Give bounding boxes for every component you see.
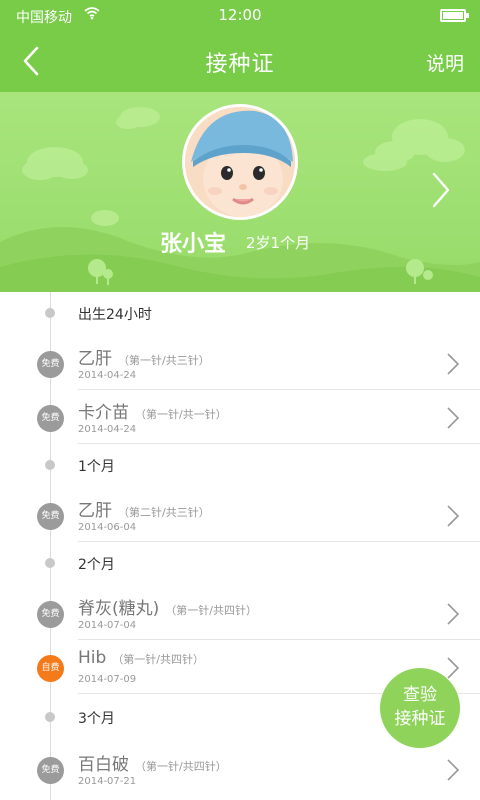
vaccine-date: 2014-07-04 <box>78 620 137 631</box>
free-badge: 免费 <box>37 405 64 432</box>
timeline-dot <box>45 712 55 722</box>
vaccine-row[interactable]: 免费 乙肝 （第一针/共三针） 2014-04-24 <box>0 336 480 390</box>
vaccine-row[interactable]: 免费 百白破 （第一针/共四针） 2014-07-21 <box>0 742 480 796</box>
free-badge: 免费 <box>37 601 64 628</box>
group-label: 出生24小时 <box>78 307 152 323</box>
profile-banner: 张小宝 2岁1个月 <box>0 92 480 292</box>
free-badge: 免费 <box>37 351 64 378</box>
chevron-right-icon <box>447 657 460 679</box>
timeline-group-header: 1个月 <box>0 444 480 488</box>
vaccine-name: 卡介苗 <box>78 403 129 423</box>
chevron-right-icon <box>447 407 460 429</box>
child-name: 张小宝 <box>160 232 227 257</box>
vaccine-dose: （第一针/共四针） <box>135 760 227 773</box>
vaccine-date: 2014-07-21 <box>78 776 137 787</box>
free-badge: 免费 <box>37 757 64 784</box>
fab-line2: 接种证 <box>394 709 446 729</box>
vaccine-date: 2014-04-24 <box>78 424 137 435</box>
chevron-right-icon <box>447 603 460 625</box>
vaccine-date: 2014-06-04 <box>78 522 137 533</box>
free-badge: 免费 <box>37 503 64 530</box>
chevron-right-icon <box>447 505 460 527</box>
chevron-right-icon <box>447 353 460 375</box>
timeline-dot <box>45 558 55 568</box>
vaccine-dose: （第一针/共三针） <box>118 354 210 367</box>
vaccine-name: Hib <box>78 648 107 668</box>
navbar: 接种证 说明 <box>0 36 480 86</box>
vaccine-row[interactable]: 免费 乙肝 （第二针/共三针） 2014-06-04 <box>0 488 480 542</box>
vaccine-date: 2014-07-09 <box>78 674 137 685</box>
group-label: 1个月 <box>78 459 115 475</box>
avatar[interactable] <box>182 104 298 220</box>
group-label: 2个月 <box>78 557 115 573</box>
status-bar: 中国移动 12:00 <box>0 0 480 30</box>
child-age: 2岁1个月 <box>246 234 311 252</box>
vaccine-dose: （第一针/共四针） <box>165 604 257 617</box>
timeline-group-header: 2个月 <box>0 542 480 586</box>
check-vaccination-certificate-button[interactable]: 查验 接种证 <box>380 668 460 748</box>
battery-icon <box>440 9 469 22</box>
fab-line1: 查验 <box>403 685 437 705</box>
group-label: 3个月 <box>78 711 115 727</box>
timeline-dot <box>45 308 55 318</box>
vaccine-dose: （第一针/共四针） <box>112 653 205 666</box>
page-title: 接种证 <box>205 52 275 77</box>
paid-badge: 自费 <box>37 655 64 682</box>
help-button[interactable]: 说明 <box>426 49 464 76</box>
chevron-right-icon <box>447 759 460 781</box>
timeline-dot <box>45 460 55 470</box>
vaccine-dose: （第一针/共一针） <box>135 408 227 421</box>
vaccine-dose: （第二针/共三针） <box>118 506 210 519</box>
header: 中国移动 12:00 接种证 说明 <box>0 0 480 92</box>
vaccine-name: 乙肝 <box>78 501 112 521</box>
timeline-group-header: 出生24小时 <box>0 292 480 336</box>
status-time: 12:00 <box>218 6 262 24</box>
vaccine-name: 脊灰(糖丸) <box>78 599 160 619</box>
vaccine-row[interactable]: 免费 卡介苗 （第一针/共一针） 2014-04-24 <box>0 390 480 444</box>
vaccine-name: 百白破 <box>78 755 129 775</box>
chevron-right-icon[interactable] <box>430 170 452 210</box>
vaccine-name: 乙肝 <box>78 349 112 369</box>
vaccine-date: 2014-04-24 <box>78 370 137 381</box>
vaccine-row[interactable]: 免费 脊灰(糖丸) （第一针/共四针） 2014-07-04 <box>0 586 480 640</box>
baby-photo <box>185 107 295 217</box>
